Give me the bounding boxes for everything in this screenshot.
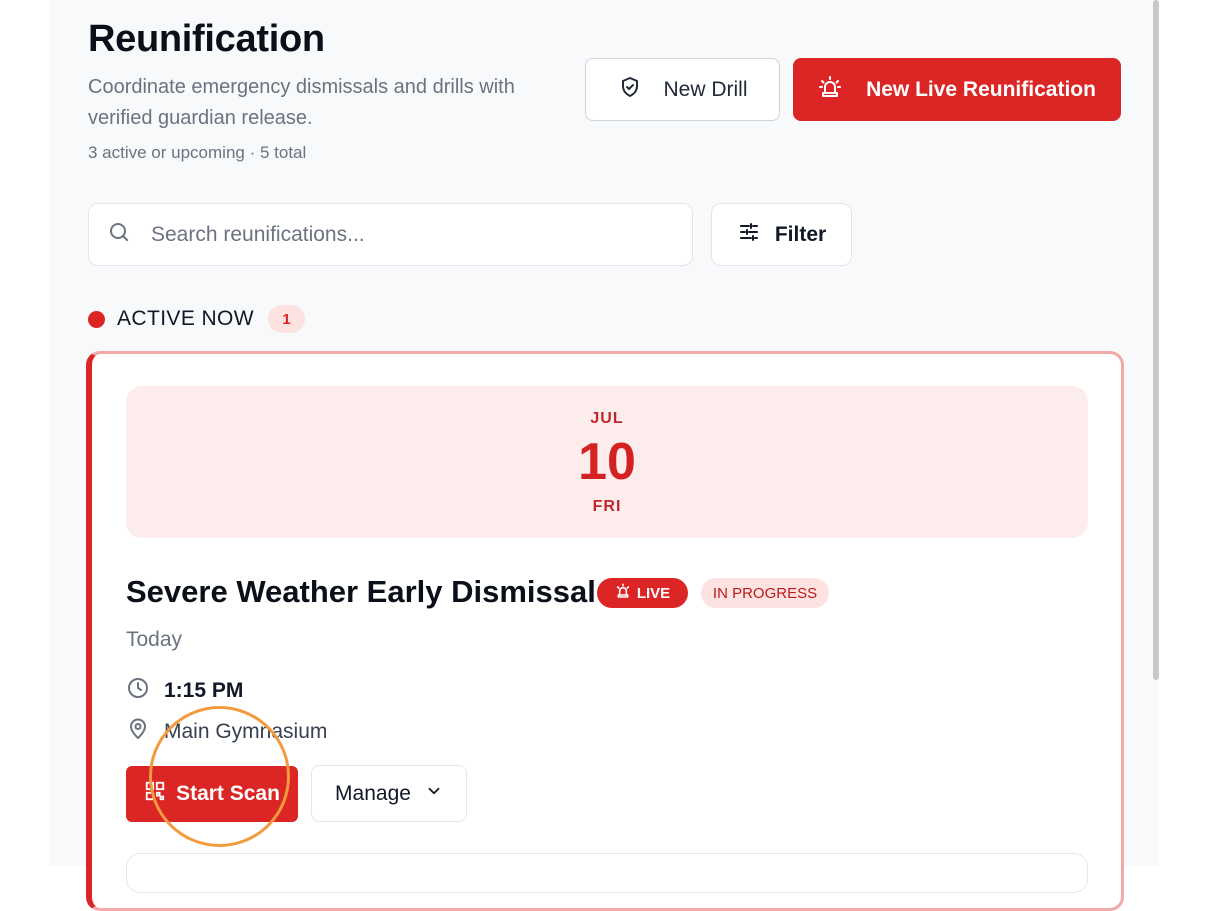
event-month: JUL <box>590 410 624 427</box>
siren-icon <box>818 75 842 105</box>
clock-icon <box>126 676 150 706</box>
page-subtitle: Coordinate emergency dismissals and dril… <box>88 76 515 129</box>
shield-check-icon <box>618 75 642 105</box>
event-time-row: 1:15 PM <box>126 676 243 706</box>
live-badge-label: LIVE <box>636 584 671 602</box>
active-now-header: ACTIVE NOW 1 <box>88 305 306 333</box>
event-title: Severe Weather Early Dismissal <box>126 574 596 609</box>
active-count-badge: 1 <box>268 305 306 333</box>
new-live-reunification-button[interactable]: New Live Reunification <box>793 58 1121 121</box>
event-time: 1:15 PM <box>164 679 244 702</box>
siren-icon <box>615 583 631 603</box>
summary-count: 3 active or upcoming · 5 total <box>88 143 307 162</box>
new-live-label: New Live Reunification <box>866 77 1096 101</box>
page-title: Reunification <box>88 18 325 60</box>
event-location-row: Main Gymnasium <box>126 717 327 747</box>
event-day: 10 <box>578 433 636 491</box>
manage-dropdown-button[interactable]: Manage <box>311 765 467 822</box>
live-indicator-dot <box>88 310 105 328</box>
event-weekday: FRI <box>592 498 622 515</box>
search-icon <box>107 220 131 249</box>
filter-button[interactable]: Filter <box>711 203 852 266</box>
new-drill-label: New Drill <box>663 77 748 101</box>
scrollbar[interactable] <box>1153 0 1159 680</box>
status-badge: IN PROGRESS <box>701 578 829 608</box>
event-when: Today <box>126 628 183 651</box>
event-location: Main Gymnasium <box>164 720 328 743</box>
event-date-box: JUL 10 FRI <box>126 386 1088 538</box>
live-badge: LIVE <box>597 578 688 608</box>
chevron-down-icon <box>425 782 443 806</box>
new-drill-button[interactable]: New Drill <box>585 58 780 121</box>
search-input[interactable] <box>151 222 651 247</box>
qr-code-icon <box>144 780 166 808</box>
map-pin-icon <box>126 717 150 747</box>
start-scan-button[interactable]: Start Scan <box>126 766 298 822</box>
manage-label: Manage <box>335 781 411 805</box>
next-event-card[interactable] <box>126 853 1088 893</box>
search-box[interactable] <box>88 203 693 266</box>
section-label: ACTIVE NOW <box>117 307 255 330</box>
start-scan-label: Start Scan <box>176 782 280 805</box>
sliders-icon <box>737 220 761 250</box>
filter-label: Filter <box>774 222 827 246</box>
